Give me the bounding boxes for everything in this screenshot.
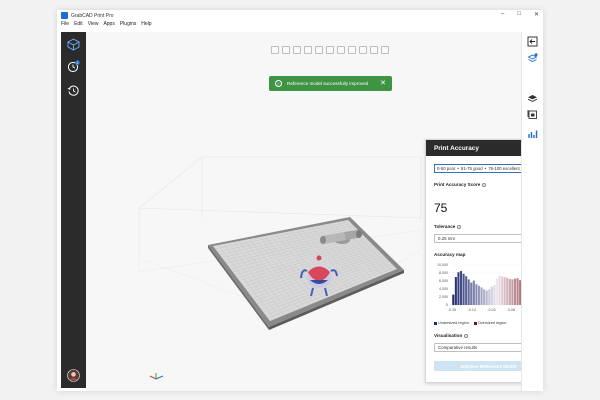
histogram-bar	[477, 285, 481, 305]
info-icon[interactable]	[482, 182, 487, 187]
histogram-bar	[452, 294, 455, 305]
histogram-legend: Undersized region Oversized region	[434, 321, 507, 325]
histogram-bar	[516, 278, 519, 305]
y-tick-label: 4,000	[439, 287, 448, 291]
y-tick-label: 2,000	[439, 295, 448, 299]
x-tick-label: -0.03	[487, 308, 495, 312]
visualisation-label: Visualisation	[434, 333, 463, 338]
menu-bar: File Edit View Apps Plugins Help	[61, 21, 152, 29]
legend-excellent: 76-100 excellent	[488, 166, 520, 171]
window-controls: – □ ✕	[501, 11, 539, 18]
visualisation-value: Comparative results	[438, 345, 478, 350]
layers-settings-icon[interactable]	[527, 53, 538, 64]
oversized-swatch	[473, 321, 477, 325]
toast-message: Reference model successfully improved	[287, 81, 369, 86]
app-window: GrabCAD Print Pro – □ ✕ File Edit View A…	[57, 10, 543, 391]
left-sidebar: 2	[61, 32, 86, 388]
histogram-bar	[490, 286, 493, 305]
history-icon[interactable]	[67, 84, 80, 97]
toast-close-icon[interactable]: ✕	[380, 79, 386, 87]
y-tick-label: 0	[446, 303, 448, 307]
y-tick-label: 8,000	[439, 271, 448, 275]
oversized-legend: Oversized region	[473, 321, 507, 325]
histogram-bar	[457, 272, 460, 305]
info-icon[interactable]	[457, 224, 462, 229]
histogram-bar	[513, 278, 517, 305]
menu-help[interactable]: Help	[141, 21, 151, 29]
histogram-bar	[475, 284, 478, 305]
histogram-bar	[503, 277, 506, 305]
score-label: Print Accuracy Score	[434, 182, 481, 187]
accuracy-map-label: Accuracy map	[434, 252, 466, 257]
score-label-row: Print Accuracy Score	[434, 182, 487, 187]
tolerance-label-row: Tolerance	[434, 224, 462, 229]
maximize-icon[interactable]: □	[517, 11, 521, 18]
legend-separator: •	[484, 166, 487, 171]
minimize-icon[interactable]: –	[501, 11, 504, 18]
histogram-bar	[462, 273, 465, 305]
right-sidebar	[521, 32, 543, 391]
y-tick-label: 6,000	[439, 279, 448, 283]
stack-icon[interactable]	[527, 93, 538, 104]
x-tick-label: -0.25	[448, 308, 456, 312]
undersized-swatch	[434, 321, 437, 325]
history-badge-icon[interactable]: 2	[67, 60, 80, 73]
menu-view[interactable]: View	[88, 21, 99, 29]
report-icon[interactable]	[527, 109, 538, 120]
menu-apps[interactable]: Apps	[103, 21, 114, 29]
tolerance-label: Tolerance	[434, 224, 456, 229]
menu-file[interactable]: File	[61, 21, 69, 29]
check-icon: ✓	[275, 80, 282, 87]
histogram-bar	[480, 287, 483, 305]
window-title: GrabCAD Print Pro	[71, 12, 114, 19]
histogram-bar	[495, 278, 499, 305]
histogram-bar	[511, 279, 514, 305]
model-view-icon[interactable]	[67, 38, 80, 51]
histogram-bar	[488, 289, 491, 305]
exit-panel-icon[interactable]	[527, 36, 538, 47]
menu-edit[interactable]: Edit	[74, 21, 83, 29]
histogram-bar	[472, 280, 475, 305]
axis-gizmo-icon	[149, 373, 164, 380]
legend-poor: 0-50 poor	[437, 166, 456, 171]
histogram-bar	[498, 275, 501, 305]
histogram-bar	[508, 279, 511, 305]
histogram-bar	[485, 290, 488, 305]
histogram-bar	[483, 289, 486, 305]
bar-chart-icon[interactable]	[527, 129, 538, 140]
undersized-legend: Undersized region	[434, 321, 469, 325]
histogram-bar	[465, 276, 468, 305]
histogram-bar	[459, 271, 463, 305]
histogram-bar	[506, 277, 509, 305]
avatar-icon[interactable]	[67, 369, 80, 382]
score-value: 75	[434, 201, 448, 215]
legend-good: 51-75 good	[460, 166, 483, 171]
title-bar: GrabCAD Print Pro – □ ✕	[57, 10, 543, 21]
visualisation-label-row: Visualisation	[434, 333, 469, 338]
histogram-bar	[467, 279, 470, 305]
app-logo-icon	[61, 12, 68, 19]
x-tick-label: 0.08	[508, 308, 515, 312]
histogram-bar	[501, 276, 504, 305]
x-tick-label: -0.14	[468, 308, 476, 312]
build-tray[interactable]	[208, 217, 404, 330]
success-toast: ✓ Reference model successfully improved …	[269, 76, 392, 91]
close-icon[interactable]: ✕	[534, 11, 539, 18]
legend-separator: •	[457, 166, 459, 171]
histogram-bar	[470, 282, 473, 305]
viewport-3d[interactable]: ✓ Reference model successfully improved …	[86, 32, 543, 391]
tolerance-value: 0.25 mm	[438, 236, 456, 241]
histogram-bar	[493, 285, 496, 305]
history-badge-count: 2	[77, 61, 79, 65]
y-tick-label: 10,000	[437, 263, 448, 267]
info-icon[interactable]	[464, 333, 469, 338]
menu-plugins[interactable]: Plugins	[120, 21, 136, 29]
histogram-bar	[454, 277, 457, 305]
